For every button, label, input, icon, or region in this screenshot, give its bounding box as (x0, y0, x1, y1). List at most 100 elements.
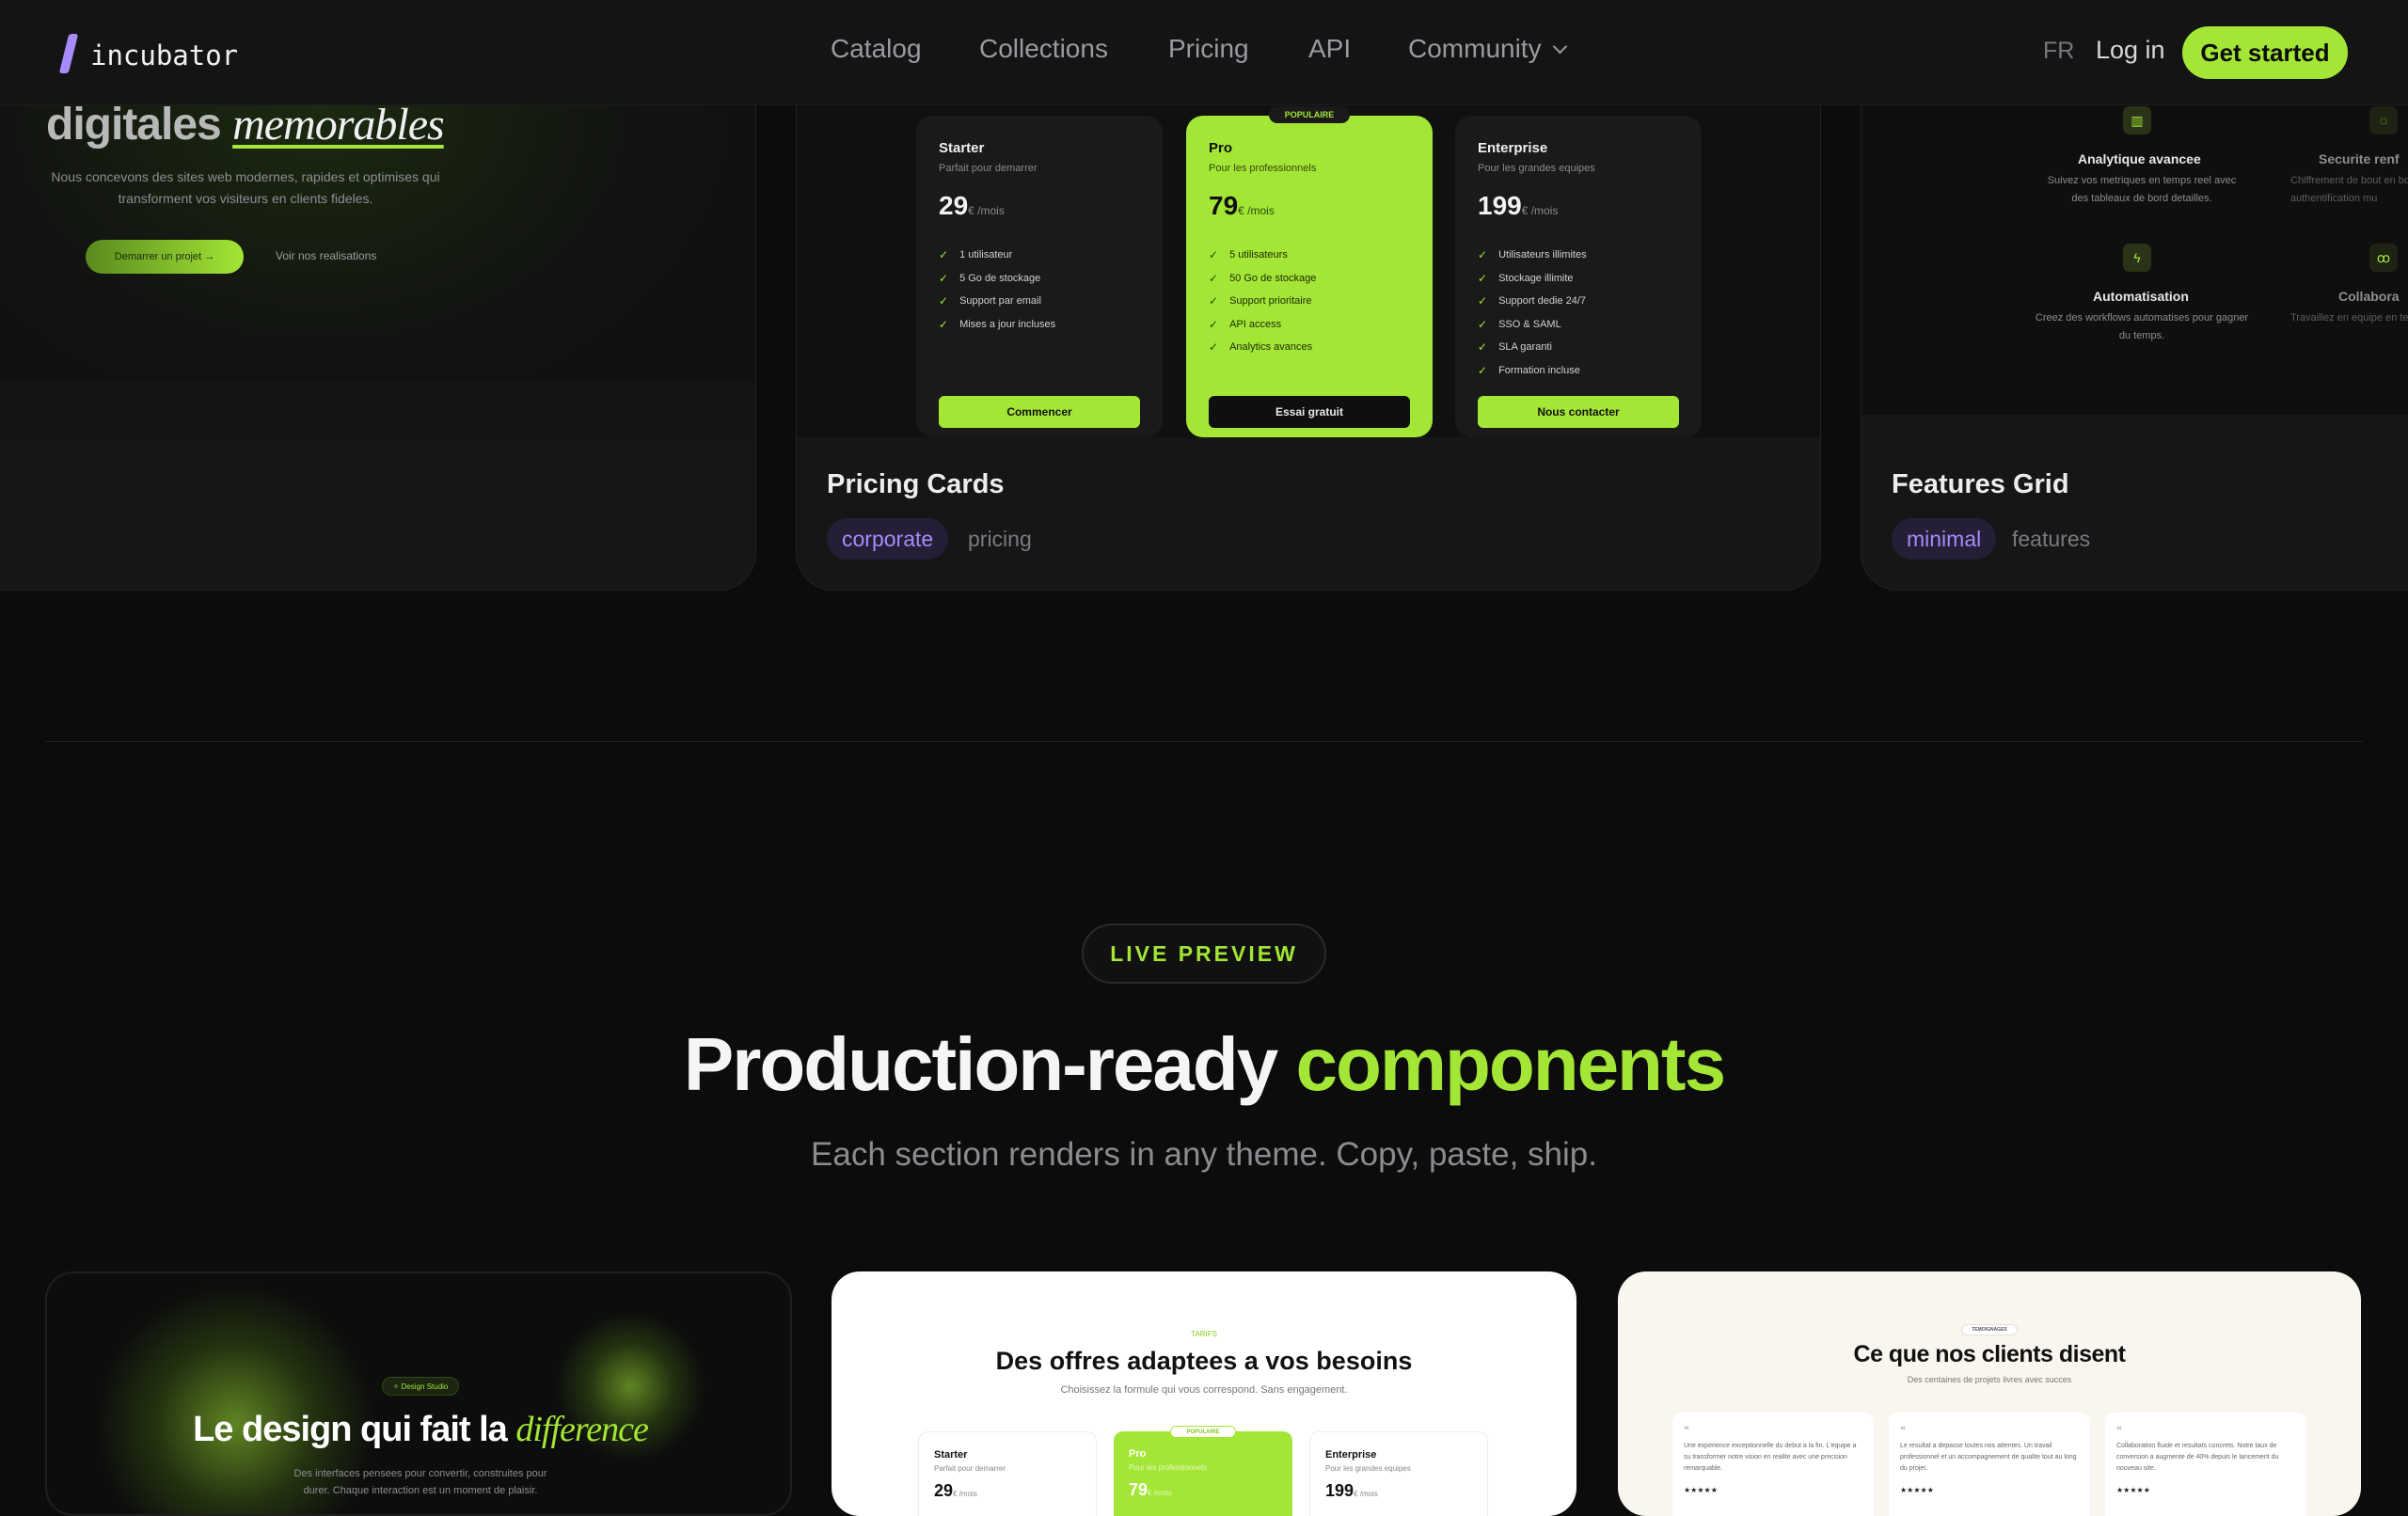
plan-feature: Support prioritaire (1209, 290, 1316, 313)
quote-icon: ❝ (1684, 1425, 1689, 1436)
hero-headline: digitales memorables (46, 99, 445, 150)
nav-api[interactable]: API (1308, 34, 1351, 64)
plan-feature: SLA garanti (1478, 336, 1587, 359)
plan-desc: Pour les professionnels (1209, 163, 1317, 174)
section-divider (45, 741, 2363, 742)
plan-price: 199€ /mois (1478, 191, 1558, 221)
feature-title: Securite renf (2319, 151, 2400, 166)
preview-testimonials[interactable]: TEMOIGNAGES Ce que nos clients disent De… (1618, 1271, 2361, 1516)
top-nav: incubator Catalog Collections Pricing AP… (0, 0, 2408, 105)
plan-features: 5 utilisateurs 50 Go de stockage Support… (1209, 244, 1316, 359)
nav-community[interactable]: Community (1408, 34, 1567, 64)
plan-feature: 50 Go de stockage (1209, 267, 1316, 291)
plan-feature: Formation incluse (1478, 359, 1587, 383)
language-toggle[interactable]: FR (2043, 38, 2074, 65)
mini-plan-pro: Pro Pour les professionnels 79€ /mois (1114, 1431, 1292, 1516)
see-work-link: Voir nos realisations (276, 249, 377, 262)
feature-desc: Travaillez en equipe en temps reel sur v… (2290, 312, 2408, 324)
login-link[interactable]: Log in (2096, 36, 2165, 65)
plan-price-value: 29 (939, 191, 969, 220)
preview2-eyebrow: TARIFS (1191, 1330, 1217, 1338)
tag-corporate[interactable]: corporate (827, 518, 949, 560)
tag-pricing[interactable]: pricing (968, 518, 1032, 560)
plan-feature: SSO & SAML (1478, 313, 1587, 337)
plan-name: Pro (1209, 140, 1233, 156)
plan-feature: API access (1209, 313, 1316, 337)
feature-title: Automatisation (2093, 289, 2189, 304)
preview3-title: Ce que nos clients disent (1853, 1341, 2126, 1367)
plan-features: 1 utilisateur 5 Go de stockage Support p… (939, 244, 1055, 336)
nav-collections[interactable]: Collections (979, 34, 1108, 64)
preview2-title: Des offres adaptees a vos besoins (995, 1347, 1413, 1375)
feature-desc: Chiffrement de bout en bout et authentif… (2290, 175, 2408, 204)
mini-plan-price-unit: € /mois (1354, 1490, 1378, 1498)
plan-feature: Analytics avances (1209, 336, 1316, 359)
preview3-subtitle: Des centaines de projets livres avec suc… (1907, 1375, 2072, 1384)
plan-feature: Utilisateurs illimites (1478, 244, 1587, 267)
plan-desc: Pour les grandes equipes (1478, 163, 1595, 174)
mini-plan-price-value: 29 (934, 1481, 954, 1500)
preview-hero-dark[interactable]: ✧ Design Studio Le design qui fait la di… (45, 1271, 792, 1516)
chevron-down-icon (1552, 39, 1567, 55)
tag-features[interactable]: features (2012, 518, 2090, 560)
preview2-subtitle: Choisissez la formule qui vous correspon… (1060, 1384, 1348, 1396)
mini-plan-desc: Pour les grandes equipes (1325, 1464, 1411, 1473)
plan-card-enterprise: Enterprise Pour les grandes equipes 199€… (1455, 116, 1702, 437)
mini-plan-price-unit: € /mois (953, 1490, 977, 1498)
testimonial-text: Collaboration fluide et resultats concre… (2116, 1443, 2279, 1472)
plan-button: Nous contacter (1478, 396, 1679, 428)
mini-plan-name: Starter (934, 1449, 968, 1461)
plan-price-value: 79 (1209, 191, 1239, 220)
chart-bar-icon: ▥ (2123, 106, 2151, 134)
testimonial-card: ❝ Le resultat a depasse toutes nos atten… (1889, 1413, 2090, 1516)
mini-plan-price: 199€ /mois (1325, 1481, 1378, 1501)
testimonial-text: Une experience exceptionnelle du debut a… (1684, 1443, 1857, 1472)
preview1-title-em: difference (515, 1410, 649, 1449)
feature-desc: Suivez vos metriques en temps reel avec … (2047, 175, 2237, 204)
get-started-button[interactable]: Get started (2182, 26, 2348, 79)
preview1-desc: Des interfaces pensees pour convertir, c… (293, 1468, 547, 1496)
plan-feature: 5 Go de stockage (939, 267, 1055, 291)
plan-feature: Stockage illimite (1478, 267, 1587, 291)
logo-text[interactable]: incubator (90, 39, 238, 71)
plan-name: Starter (939, 140, 985, 156)
plan-feature: 1 utilisateur (939, 244, 1055, 267)
plan-price-unit: € /mois (1238, 204, 1275, 217)
hero-desc: Nous concevons des sites web modernes, r… (51, 169, 440, 206)
plan-button: Essai gratuit (1209, 396, 1410, 428)
mini-plan-price-unit: € /mois (1148, 1489, 1172, 1497)
rating-stars-icon: ★★★★★ (2116, 1486, 2150, 1494)
users-icon: ꝏ (2369, 244, 2398, 272)
section-headline: Production-ready components (0, 1021, 2408, 1108)
tag-minimal[interactable]: minimal (1892, 518, 1997, 560)
shield-icon: ◌ (2369, 106, 2398, 134)
plan-feature: Support par email (939, 290, 1055, 313)
live-preview-badge: LIVE PREVIEW (1082, 924, 1326, 984)
mini-plan-price-value: 199 (1325, 1481, 1354, 1500)
feature-desc: Creez des workflows automatises pour gag… (2035, 312, 2249, 341)
mini-plan-price: 29€ /mois (934, 1481, 977, 1501)
plan-name: Enterprise (1478, 140, 1548, 156)
nav-catalog[interactable]: Catalog (831, 34, 922, 64)
mini-plan-price: 79€ /mois (1129, 1480, 1172, 1500)
start-project-label: Demarrer un projet (114, 251, 202, 262)
plan-button: Commencer (939, 396, 1140, 428)
testimonial-text: Le resultat a depasse toutes nos attente… (1900, 1443, 2077, 1472)
arrow-right-icon: → (204, 251, 215, 262)
nav-pricing[interactable]: Pricing (1168, 34, 1249, 64)
mini-plan-enterprise: Enterprise Pour les grandes equipes 199€… (1309, 1431, 1488, 1516)
card-title: Pricing Cards (827, 469, 1005, 499)
testimonial-card: ❝ Collaboration fluide et resultats conc… (2105, 1413, 2306, 1516)
preview1-title-a: Le design qui fait la (193, 1410, 508, 1449)
design-studio-label: Design Studio (401, 1382, 449, 1391)
rating-stars-icon: ★★★★★ (1900, 1486, 1934, 1494)
rating-stars-icon: ★★★★★ (1684, 1486, 1718, 1494)
nav-community-label: Community (1408, 34, 1542, 63)
plan-feature: Mises a jour incluses (939, 313, 1055, 337)
mini-plan-desc: Pour les professionnels (1129, 1463, 1208, 1472)
logo-mark-icon[interactable] (58, 34, 79, 73)
headline-part-b: components (1295, 1022, 1726, 1106)
mini-plan-desc: Parfait pour demarrer (934, 1464, 1006, 1473)
preview3-eyebrow: TEMOIGNAGES (1961, 1324, 2018, 1335)
preview-pricing-light[interactable]: TARIFS Des offres adaptees a vos besoins… (832, 1271, 1576, 1516)
